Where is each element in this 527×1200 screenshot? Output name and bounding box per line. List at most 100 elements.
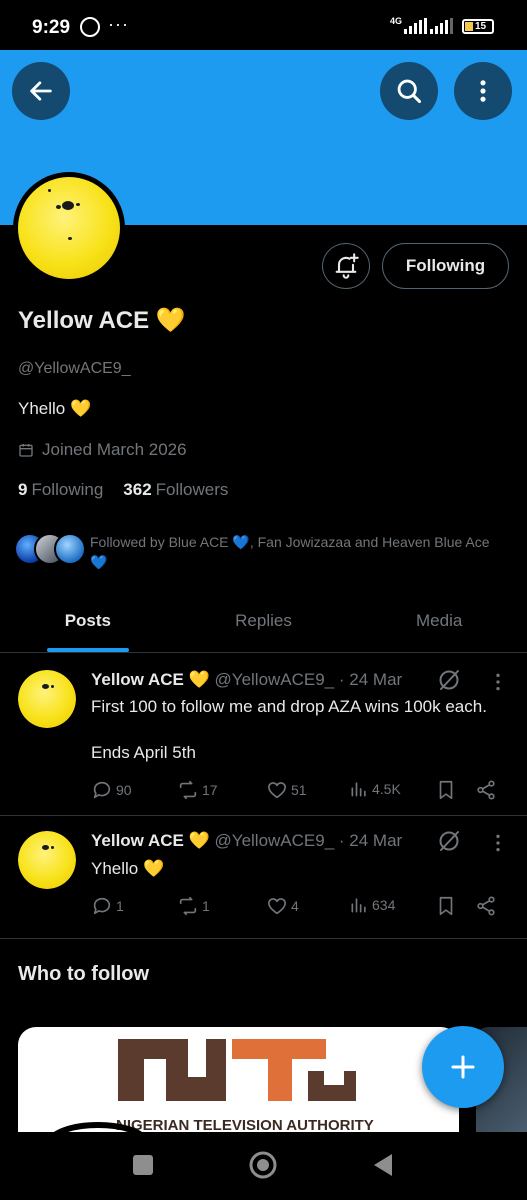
views-button[interactable]: 634 (349, 895, 395, 915)
share-icon (477, 896, 495, 916)
tweet-text-line2: Ends April 5th (91, 743, 196, 762)
retweet-count: 1 (202, 898, 210, 914)
android-nav-bar (0, 1132, 527, 1200)
views-count: 634 (372, 897, 396, 913)
retweet-button[interactable]: 1 (177, 895, 210, 917)
tweet-header: Yellow ACE 💛 @YellowACE9_ · 24 Mar (91, 831, 402, 851)
bookmark-icon (439, 780, 453, 800)
calendar-icon (19, 444, 33, 457)
more-vertical-icon[interactable] (494, 672, 502, 692)
profile-tabs: Posts Replies Media (0, 590, 527, 653)
like-count: 51 (291, 782, 307, 798)
tweet-time: · 24 Mar (338, 670, 403, 689)
share-icon (477, 780, 495, 800)
notifications-bell-button[interactable] (322, 243, 370, 289)
back-triangle-icon[interactable] (372, 1152, 394, 1178)
avatar[interactable] (18, 831, 76, 889)
reply-icon (93, 781, 111, 799)
tweet-actions: 90 17 51 4.5K (91, 779, 511, 803)
tab-replies[interactable]: Replies (176, 590, 352, 652)
views-icon (351, 898, 366, 913)
retweet-icon (179, 896, 197, 916)
bookmark-icon (439, 896, 453, 916)
like-button[interactable]: 51 (266, 779, 307, 801)
following-button[interactable]: Following (382, 243, 509, 289)
sun-avatar-image (18, 177, 120, 279)
plus-icon (451, 1055, 475, 1079)
reply-icon (93, 897, 111, 915)
more-vertical-icon (480, 80, 486, 102)
status-time: 9:29 (32, 17, 71, 38)
like-icon (267, 898, 287, 915)
bookmark-button[interactable] (435, 779, 457, 801)
grok-icon[interactable] (437, 668, 461, 692)
share-button[interactable] (475, 779, 497, 801)
followers-stat[interactable]: 362 Followers (123, 480, 228, 500)
more-vertical-icon[interactable] (494, 833, 502, 853)
battery-level: 15 (475, 21, 487, 32)
views-icon (351, 782, 366, 797)
share-button[interactable] (475, 895, 497, 917)
tweet-time: · 24 Mar (338, 831, 403, 850)
tweet-author-name[interactable]: Yellow ACE 💛 (91, 831, 210, 850)
nta-logo-text: NIGERIAN TELEVISION AUTHORITY (116, 1117, 374, 1132)
tweet[interactable]: Yellow ACE 💛 @YellowACE9_ · 24 Mar First… (0, 654, 527, 816)
retweet-count: 17 (202, 782, 218, 798)
like-button[interactable]: 4 (266, 895, 299, 917)
tweet-text: First 100 to follow me and drop AZA wins… (91, 697, 487, 716)
search-icon (397, 79, 422, 104)
profile-avatar[interactable] (13, 172, 125, 284)
reply-count: 1 (116, 898, 124, 914)
tweet-author-name[interactable]: Yellow ACE 💛 (91, 670, 210, 689)
follow-stats: 9 Following 362 Followers (18, 480, 228, 500)
profile-bio: Yhello 💛 (18, 399, 92, 418)
whatsapp-icon (80, 17, 100, 37)
back-arrow-icon (30, 81, 52, 101)
tab-posts[interactable]: Posts (0, 590, 176, 652)
profile-name: Yellow ACE 💛 (18, 307, 186, 334)
who-to-follow-card[interactable]: NIGERIAN TELEVISION AUTHORITY (18, 1027, 459, 1132)
tab-media[interactable]: Media (351, 590, 527, 652)
following-stat[interactable]: 9 Following (18, 480, 103, 500)
sun-avatar-image (18, 670, 76, 728)
reply-count: 90 (116, 782, 132, 798)
bookmark-button[interactable] (435, 895, 457, 917)
who-to-follow-heading: Who to follow (18, 963, 150, 985)
tweet[interactable]: Yellow ACE 💛 @YellowACE9_ · 24 Mar Yhell… (0, 817, 527, 939)
avatar (54, 533, 86, 565)
compose-post-button[interactable] (422, 1026, 504, 1108)
retweet-button[interactable]: 17 (177, 779, 218, 801)
back-button[interactable] (12, 62, 70, 120)
grok-icon[interactable] (437, 829, 461, 853)
battery-icon: 15 (462, 19, 494, 34)
views-button[interactable]: 4.5K (349, 779, 401, 799)
like-icon (267, 782, 287, 799)
avatar[interactable] (18, 670, 76, 728)
home-icon[interactable] (248, 1150, 278, 1180)
status-bar: 9:29 ··· 4G 15 (0, 0, 527, 50)
followed-by-avatars[interactable] (14, 533, 86, 565)
recent-apps-icon[interactable] (132, 1154, 154, 1176)
status-more-dots: ··· (108, 14, 129, 34)
views-count: 4.5K (372, 781, 401, 797)
signal-icon (404, 18, 427, 34)
profile-handle: @YellowACE9_ (18, 360, 131, 377)
joined-text: Joined March 2026 (42, 440, 187, 459)
reply-button[interactable]: 1 (91, 895, 124, 917)
joined-date: Joined March 2026 (18, 440, 187, 460)
more-options-button[interactable] (454, 62, 512, 120)
tweet-header: Yellow ACE 💛 @YellowACE9_ · 24 Mar (91, 670, 402, 690)
tweet-actions: 1 1 4 634 (91, 895, 511, 919)
bell-plus-icon (335, 253, 359, 279)
tweet-handle: @YellowACE9_ (214, 670, 335, 689)
followed-by-text[interactable]: Followed by Blue ACE 💙, Fan Jowizazaa an… (90, 532, 510, 572)
tweet-text: Yhello 💛 (91, 859, 165, 878)
sun-avatar-image (18, 831, 76, 889)
tweet-handle: @YellowACE9_ (214, 831, 335, 850)
retweet-icon (179, 780, 197, 800)
search-button[interactable] (380, 62, 438, 120)
nta-logo: NIGERIAN TELEVISION AUTHORITY (54, 1039, 374, 1132)
signal-icon-2 (430, 18, 453, 34)
reply-button[interactable]: 90 (91, 779, 132, 801)
like-count: 4 (291, 898, 299, 914)
